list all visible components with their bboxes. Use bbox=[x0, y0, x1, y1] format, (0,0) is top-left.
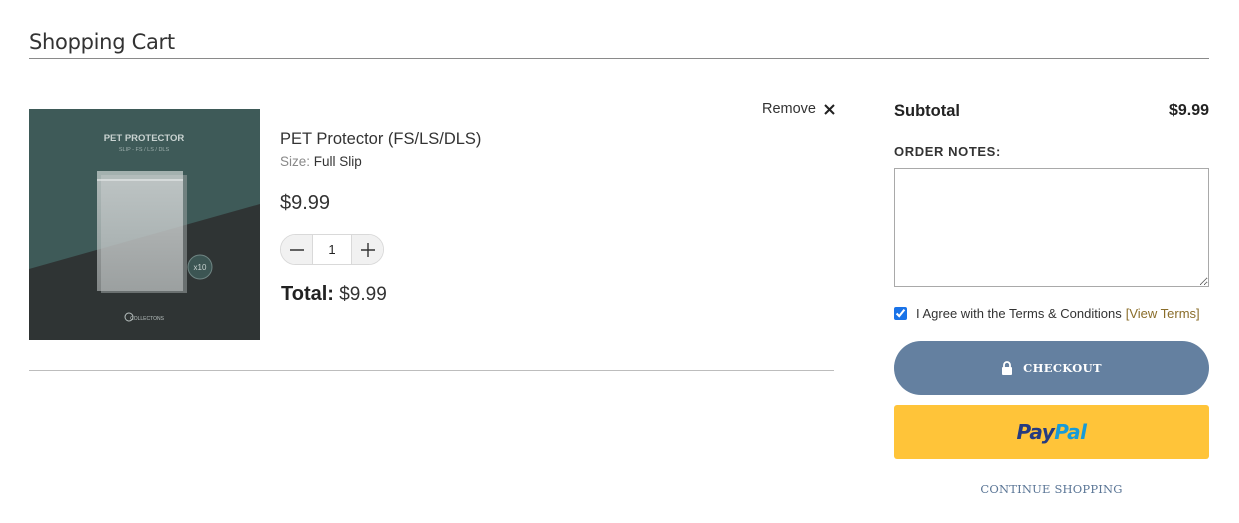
quantity-increase-button[interactable] bbox=[352, 235, 383, 264]
image-subheading: SLIP - FS / LS / DLS bbox=[119, 147, 170, 153]
paypal-logo-pal: Pal bbox=[1054, 420, 1087, 444]
checkout-button[interactable]: CHECKOUT bbox=[894, 341, 1209, 395]
lock-icon bbox=[1002, 361, 1013, 375]
page-title: Shopping Cart bbox=[29, 30, 175, 54]
product-image[interactable]: PET PROTECTOR SLIP - FS / LS / DLS x10 C… bbox=[29, 109, 260, 340]
sleeve-sheen bbox=[97, 179, 183, 291]
view-terms-link[interactable]: [View Terms] bbox=[1126, 306, 1200, 321]
line-total: Total: $9.99 bbox=[281, 283, 387, 306]
continue-shopping-link[interactable]: CONTINUE SHOPPING bbox=[894, 482, 1209, 496]
order-notes-field[interactable] bbox=[894, 168, 1209, 287]
subtotal-value: $9.99 bbox=[1168, 102, 1209, 119]
paypal-button[interactable]: Pay Pal bbox=[894, 405, 1209, 459]
terms-text: I Agree with the Terms & Conditions bbox=[916, 306, 1122, 321]
terms-agreement: I Agree with the Terms & Conditions [Vie… bbox=[894, 306, 1200, 321]
unit-price: $9.99 bbox=[280, 192, 331, 214]
remove-label: Remove bbox=[762, 101, 816, 117]
remove-item-button[interactable]: Remove bbox=[762, 101, 835, 117]
product-name[interactable]: PET Protector (FS/LS/DLS) bbox=[280, 130, 481, 149]
image-brand: COLLECTONS bbox=[130, 316, 164, 322]
quantity-stepper bbox=[280, 234, 384, 265]
minus-icon bbox=[289, 248, 304, 251]
item-divider bbox=[29, 370, 834, 371]
terms-checkbox[interactable] bbox=[894, 307, 907, 320]
checkout-label: CHECKOUT bbox=[1023, 361, 1102, 375]
quantity-decrease-button[interactable] bbox=[281, 235, 312, 264]
total-value: $9.99 bbox=[339, 284, 387, 305]
subtotal-label: Subtotal bbox=[894, 102, 960, 120]
order-notes-label: ORDER NOTES: bbox=[894, 144, 1001, 159]
quantity-badge: x10 bbox=[194, 263, 207, 272]
size-label: Size: bbox=[280, 154, 311, 169]
image-heading: PET PROTECTOR bbox=[104, 133, 185, 144]
product-photo: PET PROTECTOR SLIP - FS / LS / DLS x10 C… bbox=[29, 109, 260, 340]
paypal-logo-pay: Pay bbox=[1016, 420, 1055, 444]
quantity-input[interactable] bbox=[312, 235, 352, 264]
close-icon bbox=[824, 103, 835, 115]
size-value: Full Slip bbox=[313, 154, 362, 169]
total-label: Total: bbox=[281, 283, 334, 305]
title-divider bbox=[29, 58, 1209, 59]
plus-icon bbox=[360, 242, 375, 257]
product-size: Size: Full Slip bbox=[280, 154, 362, 169]
